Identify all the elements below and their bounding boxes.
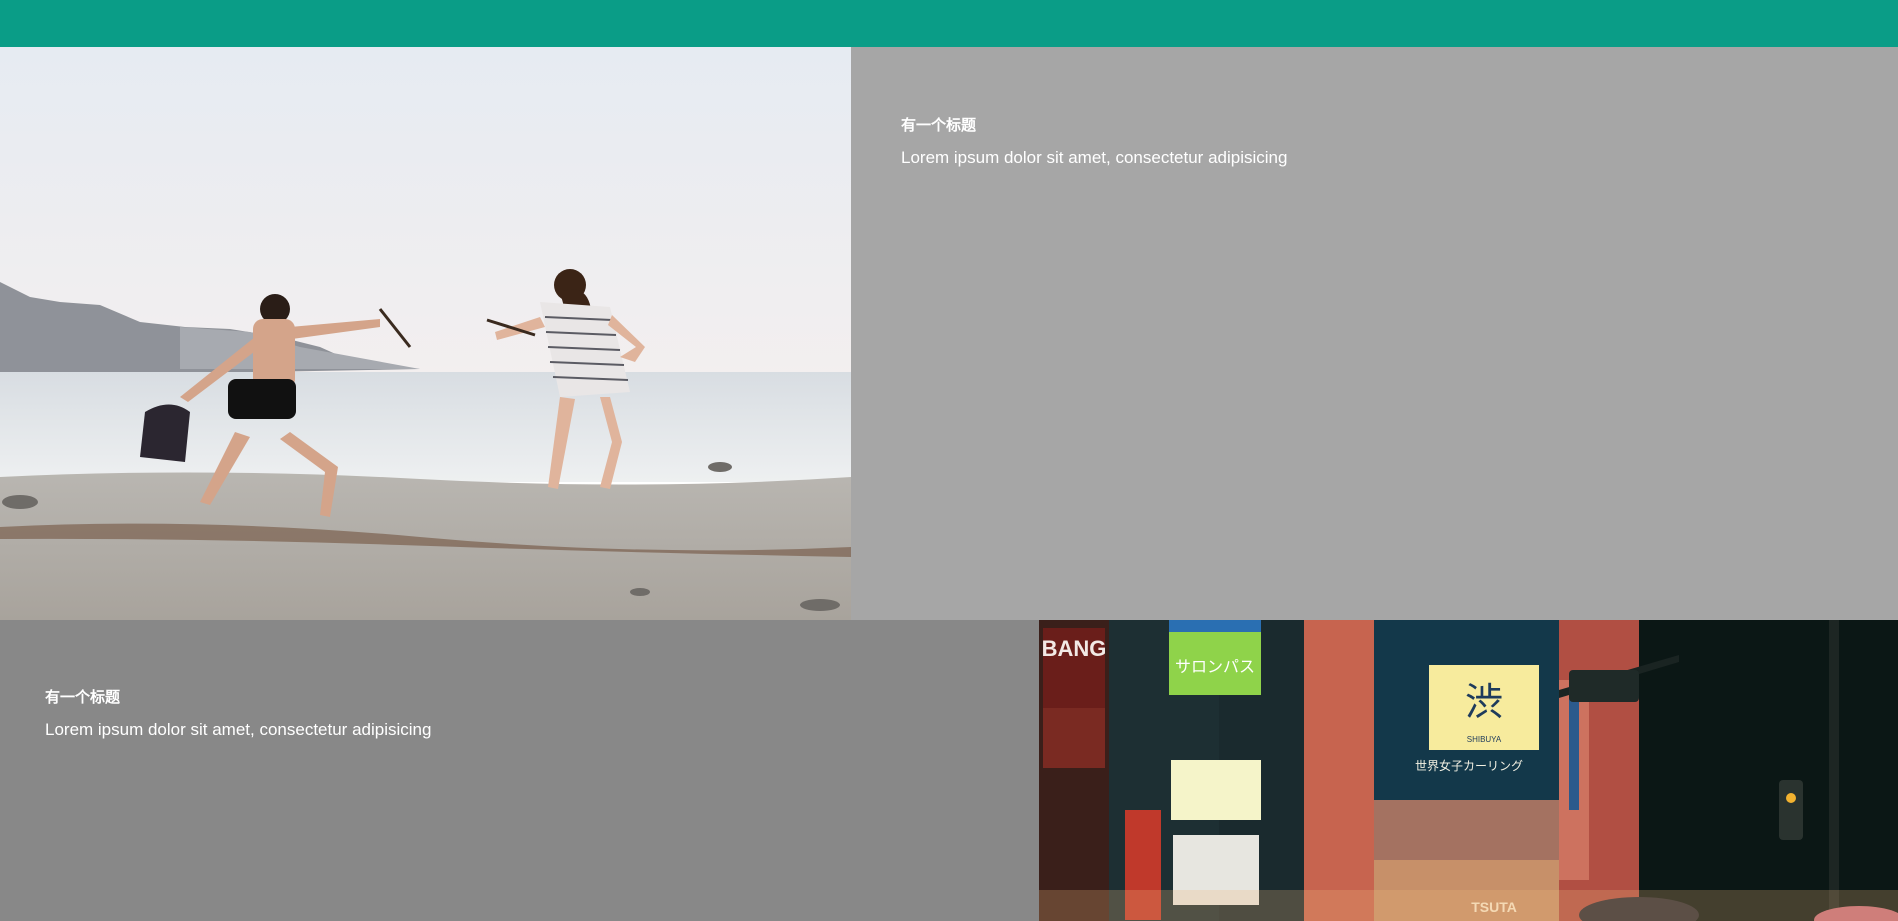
card-title: 有一个标题 xyxy=(901,116,977,134)
beach-photo-graphic xyxy=(0,47,851,620)
beach-photo xyxy=(0,47,851,620)
sign-text: 渋 xyxy=(1465,680,1503,724)
card-text-panel-2: 有一个标题 Lorem ipsum dolor sit amet, consec… xyxy=(0,620,1039,921)
card-text-panel-1: 有一个标题 Lorem ipsum dolor sit amet, consec… xyxy=(851,47,1898,620)
sign-text: BANG xyxy=(1042,636,1107,661)
top-header-bar xyxy=(0,0,1898,47)
sign-text: 世界女子カーリング xyxy=(1415,758,1523,773)
card-description: Lorem ipsum dolor sit amet, consectetur … xyxy=(901,148,1288,167)
card-description: Lorem ipsum dolor sit amet, consectetur … xyxy=(45,720,432,739)
card-row-2: 有一个标题 Lorem ipsum dolor sit amet, consec… xyxy=(0,620,1898,921)
sign-text: SHIBUYA xyxy=(1467,735,1502,744)
card-row-1: 有一个标题 Lorem ipsum dolor sit amet, consec… xyxy=(0,47,1898,620)
city-night-photo-graphic: BANG サロンパス 渋 SHIBUYA 世界女子カーリング TSUTA xyxy=(1039,620,1898,921)
card-title: 有一个标题 xyxy=(45,688,121,706)
sign-text: サロンパス xyxy=(1175,657,1255,676)
city-night-photo: BANG サロンパス 渋 SHIBUYA 世界女子カーリング TSUTA xyxy=(1039,620,1898,921)
